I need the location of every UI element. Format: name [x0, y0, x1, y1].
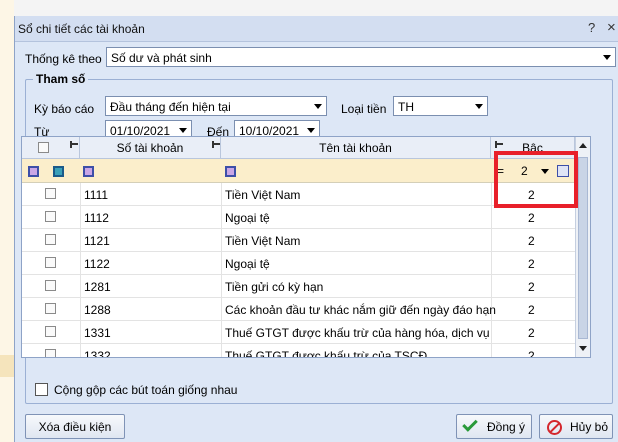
row-checkbox[interactable]	[45, 234, 56, 245]
chevron-down-icon	[475, 104, 483, 109]
period-select[interactable]: Đầu tháng đến hiện tại	[105, 96, 327, 116]
account-number: 1288	[84, 303, 111, 317]
filter-row: = 2	[22, 159, 575, 183]
ok-label: Đồng ý	[487, 420, 526, 434]
account-name: Tiền gửi có kỳ hạn	[225, 280, 324, 294]
table-row[interactable]: 1332 Thuế GTGT được khấu trừ của TSCĐ 2	[22, 344, 575, 358]
filter-account-number-icon[interactable]	[83, 166, 94, 177]
dialog-titlebar: Sổ chi tiết các tài khoản ? ×	[15, 16, 618, 42]
account-name: Thuế GTGT được khấu trừ của hàng hóa, dị…	[225, 326, 490, 340]
table-row[interactable]: 1331 Thuế GTGT được khấu trừ của hàng hó…	[22, 321, 575, 344]
header-account-number[interactable]: Số tài khoản	[80, 137, 221, 159]
pin-icon[interactable]	[212, 141, 220, 148]
currency-select-value: TH	[398, 100, 414, 114]
account-number: 1331	[84, 326, 111, 340]
table-row[interactable]: 1111 Tiền Việt Nam 2	[22, 183, 575, 206]
account-number: 1122	[84, 257, 110, 271]
account-number: 1281	[84, 280, 111, 294]
period-select-value: Đầu tháng đến hiện tại	[110, 100, 231, 114]
account-name: Tiền Việt Nam	[225, 188, 301, 202]
scroll-up-icon[interactable]	[579, 143, 587, 148]
stats-label: Thống kê theo	[25, 52, 102, 66]
stats-select[interactable]: Số dư và phát sinh	[106, 47, 616, 67]
table-row[interactable]: 1122 Ngoại tệ 2	[22, 252, 575, 275]
filter-options-icon[interactable]	[53, 166, 64, 177]
row-checkbox[interactable]	[45, 303, 56, 314]
account-number: 1332	[84, 349, 111, 358]
account-level: 2	[528, 349, 535, 358]
account-level: 2	[528, 211, 535, 225]
account-name: Thuế GTGT được khấu trừ của TSCĐ	[225, 349, 428, 358]
row-checkbox[interactable]	[45, 188, 56, 199]
scroll-down-icon[interactable]	[579, 346, 587, 351]
select-all-checkbox[interactable]	[38, 142, 49, 153]
scroll-thumb[interactable]	[578, 157, 588, 339]
cancel-icon	[547, 420, 562, 435]
help-button[interactable]: ?	[588, 20, 595, 35]
account-number: 1121	[84, 234, 110, 248]
row-checkbox[interactable]	[45, 211, 56, 222]
row-checkbox[interactable]	[45, 280, 56, 291]
row-checkbox[interactable]	[45, 257, 56, 268]
chevron-down-icon	[307, 128, 315, 133]
currency-label: Loại tiền	[341, 102, 387, 116]
table-row[interactable]: 1288 Các khoản đầu tư khác nắm giữ đến n…	[22, 298, 575, 321]
table-row[interactable]: 1112 Ngoại tệ 2	[22, 206, 575, 229]
filter-account-name-icon[interactable]	[225, 166, 236, 177]
header-account-number-label: Số tài khoản	[116, 141, 184, 155]
check-icon	[462, 416, 478, 432]
table-row[interactable]: 1121 Tiền Việt Nam 2	[22, 229, 575, 252]
account-level: 2	[528, 303, 535, 317]
dialog-title: Sổ chi tiết các tài khoản	[18, 22, 145, 36]
currency-select[interactable]: TH	[393, 96, 488, 116]
merge-entries-checkbox[interactable]	[35, 383, 48, 396]
row-checkbox[interactable]	[45, 349, 56, 357]
account-number: 1112	[84, 211, 109, 225]
ok-button[interactable]: Đồng ý	[456, 414, 532, 439]
account-level: 2	[528, 257, 535, 271]
header-account-name-label: Tên tài khoản	[319, 141, 392, 155]
account-level: 2	[528, 234, 535, 248]
account-number: 1111	[84, 188, 109, 202]
chevron-down-icon	[179, 128, 187, 133]
clear-conditions-label: Xóa điều kiện	[38, 420, 112, 434]
account-name: Tiền Việt Nam	[225, 234, 301, 248]
account-name: Ngoại tệ	[225, 257, 270, 271]
cancel-button[interactable]: Hủy bỏ	[539, 414, 613, 439]
row-checkbox[interactable]	[45, 326, 56, 337]
account-name: Ngoại tệ	[225, 211, 270, 225]
header-account-name[interactable]: Tên tài khoản	[221, 137, 491, 159]
filter-select-icon[interactable]	[28, 166, 39, 177]
account-level: 2	[528, 280, 535, 294]
params-group-title: Tham số	[33, 72, 89, 86]
merge-entries-label: Cộng gộp các bút toán giống nhau	[54, 383, 238, 397]
chevron-down-icon	[314, 104, 322, 109]
background-selected-chip	[0, 355, 14, 377]
account-name: Các khoản đầu tư khác nắm giữ đến ngày đ…	[225, 303, 496, 317]
highlight-annotation-box	[494, 151, 578, 208]
period-label: Kỳ báo cáo	[34, 102, 95, 116]
stats-select-value: Số dư và phát sinh	[111, 51, 212, 65]
cancel-label: Hủy bỏ	[570, 420, 609, 434]
account-level: 2	[528, 326, 535, 340]
table-row[interactable]: 1281 Tiền gửi có kỳ hạn 2	[22, 275, 575, 298]
close-button[interactable]: ×	[607, 19, 616, 36]
chevron-down-icon	[603, 55, 611, 60]
background-panel-strip	[0, 0, 14, 442]
clear-conditions-button[interactable]: Xóa điều kiện	[25, 414, 125, 439]
header-select-column	[22, 137, 80, 159]
